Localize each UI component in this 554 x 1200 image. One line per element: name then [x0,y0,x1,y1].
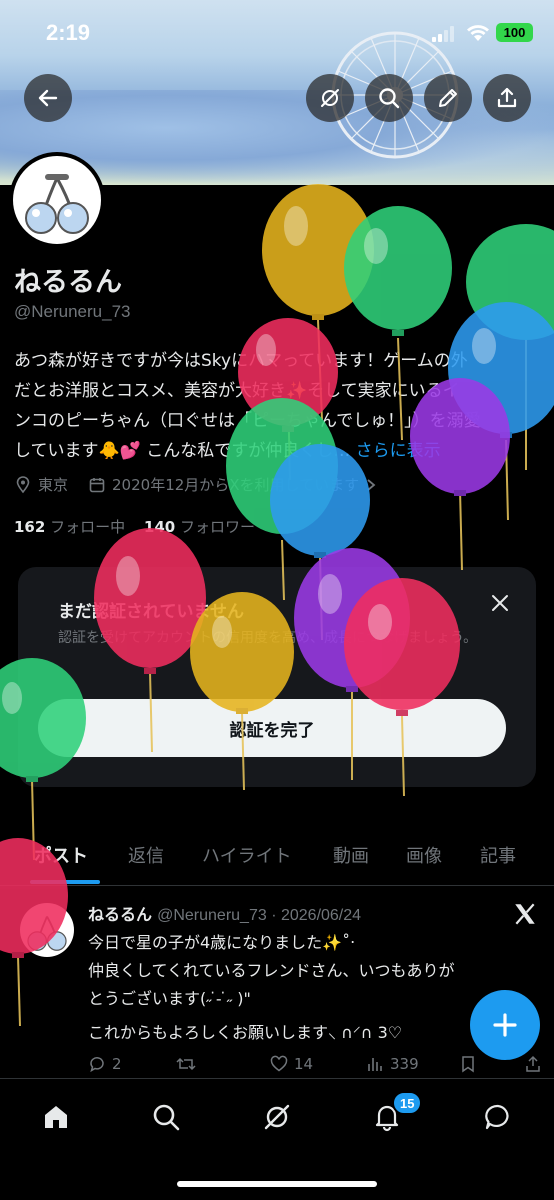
grok-icon [321,89,339,107]
search-icon [379,88,400,109]
verify-card-description: 認証を受けてアカウントの信用度を高め、成長につなげましょう。 [58,630,478,646]
profile-joined[interactable]: 2020年12月からXを利用しています [112,474,359,495]
back-button[interactable] [24,74,72,122]
post-line: とうございます(˶ ̇ ̵ ̇˶ )" [88,989,251,1008]
bookmark-icon [462,1056,474,1073]
status-bar: 2:19 100 [0,0,554,64]
post-author-name: ねるるん [88,905,153,924]
notifications-badge: 15 [392,1091,423,1115]
following-label: フォロー中 [50,518,126,536]
post-share-button[interactable] [524,1055,542,1073]
bio-line: しています🐥💕 こんな私ですが仲良くし… さらに表示 [14,436,544,466]
complete-verification-button[interactable]: 認証を完了 [38,699,506,757]
post-item[interactable]: ねるるん @Neruneru_73 · 2026/06/24 今日で星の子が4歳… [0,887,554,1077]
profile-name: ねるるん [14,267,122,298]
bio-line: あつ森が好きですが今はSkyにハマっています！ゲームの外 [14,351,468,371]
home-icon [45,1106,67,1128]
followers-link[interactable]: 140 フォロワー [144,518,255,536]
tab-articles[interactable]: 記事 [480,842,516,868]
messages-icon [485,1104,509,1130]
signal-icon [432,26,454,42]
repost-icon [176,1057,196,1071]
reply-count: 2 [112,1055,122,1073]
followers-label: フォロワー [179,518,255,536]
like-button[interactable]: 14 [270,1055,313,1073]
nav-home[interactable] [36,1097,76,1137]
tab-images[interactable]: 画像 [406,842,442,868]
plus-icon [493,1013,517,1037]
bio-line: だとお洋服とコスメ、美容が大好き✨そして実家にいるイ [14,381,460,401]
follow-stats: 162 フォロー中 140 フォロワー [14,516,255,537]
post-text: 今日で星の子が4歳になりました✨˚‧ 仲良くしてくれているフレンドさん、いつもあ… [88,929,534,1047]
profile-bio: あつ森が好きですが今はSkyにハマっています！ゲームの外 だとお洋服とコスメ、美… [14,346,544,466]
profile-location: 東京 [38,476,69,494]
tab-highlights[interactable]: ハイライト [202,842,292,868]
bookmark-button[interactable] [460,1055,476,1073]
share-button[interactable] [483,74,531,122]
cherry-avatar-image [25,174,89,234]
post-handle-date: @Neruneru_73 · 2026/06/24 [157,907,362,924]
search-button[interactable] [365,74,413,122]
home-indicator [177,1181,377,1187]
following-count: 162 [14,518,46,536]
nav-search[interactable] [146,1097,186,1137]
post-line: 仲良くしてくれているフレンドさん、いつもありが [88,961,455,980]
post-header: ねるるん @Neruneru_73 · 2026/06/24 [88,901,361,925]
location-icon [16,475,30,493]
heart-icon [270,1055,288,1072]
nav-grok[interactable] [257,1097,297,1137]
tab-posts[interactable]: ポスト [34,842,88,868]
share-icon [497,87,517,108]
verify-card-title: まだ認証されていません [58,602,244,622]
share-icon [526,1055,540,1072]
like-count: 14 [294,1055,314,1073]
post-line: これからもよろしくお願いします⸜ ∩⸍∩ 3♡ [88,1023,403,1042]
profile-avatar[interactable] [9,152,105,248]
views-icon [368,1058,382,1071]
pencil-icon [439,89,457,107]
battery-indicator: 100 [496,23,533,42]
calendar-icon [89,477,105,492]
x-logo-icon [515,903,535,925]
status-time: 2:19 [46,20,91,45]
following-link[interactable]: 162 フォロー中 [14,518,125,536]
edit-button[interactable] [424,74,472,122]
bio-line: ンコのピーちゃん（口ぐせは「ピーちゃんでしゅ！」）を溺愛 [14,411,481,431]
grok-button[interactable] [306,74,354,122]
grok-icon [264,1104,290,1130]
back-icon [38,89,58,107]
search-icon [153,1104,180,1131]
post-line: 今日で星の子が4歳になりました✨˚‧ [88,933,356,952]
followers-count: 140 [143,518,176,536]
chevron-right-icon [367,478,376,491]
profile-handle: @Neruneru_73 [14,302,131,321]
post-avatar[interactable] [20,903,74,957]
nav-messages[interactable] [478,1097,518,1137]
close-icon[interactable] [488,591,512,615]
wifi-icon [467,25,489,41]
reply-icon [90,1057,104,1073]
tab-videos[interactable]: 動画 [333,842,369,868]
repost-button[interactable] [176,1055,196,1073]
view-count: 339 [390,1055,419,1073]
tab-replies[interactable]: 返信 [128,842,164,868]
reply-button[interactable]: 2 [88,1055,122,1073]
profile-meta: 東京 2020年12月からXを利用しています [14,474,377,495]
compose-post-button[interactable] [470,990,540,1060]
profile-tabs: ポスト 返信 ハイライト 動画 画像 記事 [0,830,554,886]
cherry-avatar-image [27,916,67,951]
verify-card: まだ認証されていません 認証を受けてアカウントの信用度を高め、成長につなげましょ… [18,567,536,787]
show-more-link[interactable]: さらに表示 [356,441,441,461]
bio-line-text: しています🐥💕 こんな私ですが仲良くし… [14,441,351,461]
views-button[interactable]: 339 [366,1055,419,1073]
tab-indicator [30,880,100,884]
